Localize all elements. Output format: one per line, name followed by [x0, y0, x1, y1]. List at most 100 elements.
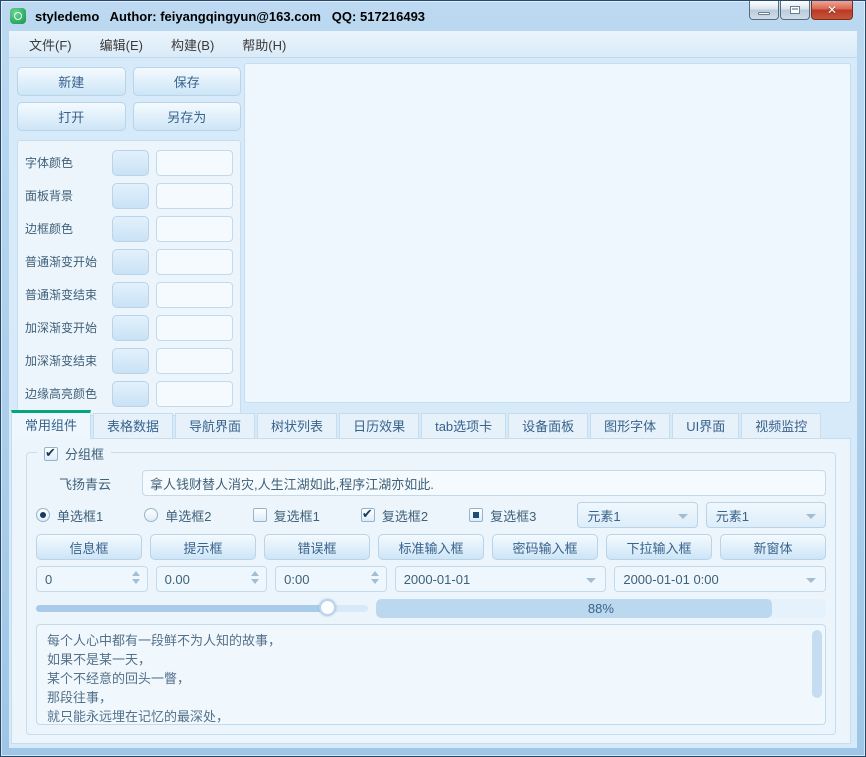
- combo-box-2-value: 元素1: [716, 506, 749, 525]
- checkbox-3-indicator: [469, 508, 483, 522]
- textarea-scrollbar-thumb[interactable]: [812, 630, 822, 698]
- combo-box-1-value: 元素1: [587, 506, 620, 525]
- password-input-button[interactable]: 密码输入框: [492, 534, 598, 560]
- combo-box-2[interactable]: 元素1: [706, 502, 826, 528]
- color-value-input[interactable]: [156, 381, 233, 407]
- checkbox-3-label: 复选框3: [490, 506, 536, 525]
- tab-icon-font[interactable]: 图形字体: [590, 413, 670, 439]
- textarea-scrollbar[interactable]: [812, 630, 822, 719]
- tab-ui[interactable]: UI界面: [672, 413, 739, 439]
- color-pick-button[interactable]: [112, 216, 149, 242]
- color-row-deep-end: 加深渐变结束: [25, 347, 233, 374]
- checkbox-1[interactable]: 复选框1: [253, 506, 353, 525]
- date-edit[interactable]: 2000-01-01: [395, 566, 607, 592]
- radio-1-indicator: [36, 508, 50, 522]
- datetime-edit[interactable]: 2000-01-01 0:00: [614, 566, 826, 592]
- maximize-button[interactable]: [780, 1, 810, 20]
- color-pick-button[interactable]: [112, 381, 149, 407]
- close-button[interactable]: ✕: [811, 1, 853, 20]
- save-button[interactable]: 保存: [133, 67, 242, 96]
- color-row-label: 边缘高亮颜色: [25, 385, 105, 402]
- color-row-panel-bg: 面板背景: [25, 182, 233, 209]
- group-box-content: 飞扬青云 单选框1 单选框2: [27, 453, 835, 734]
- slider-handle[interactable]: [319, 599, 336, 616]
- radio-2-indicator: [144, 508, 158, 522]
- motto-input[interactable]: [142, 470, 826, 496]
- tab-common-widgets[interactable]: 常用组件: [11, 410, 91, 439]
- menu-file[interactable]: 文件(F): [15, 31, 86, 58]
- textarea-line: 那段往事，: [47, 688, 815, 707]
- int-spinbox[interactable]: 0: [36, 566, 148, 592]
- chevron-down-icon: [586, 578, 596, 583]
- color-settings-box: 字体颜色 面板背景 边框颜色 普通渐变开: [17, 140, 241, 416]
- color-value-input[interactable]: [156, 216, 233, 242]
- color-row-gradient-start: 普通渐变开始: [25, 248, 233, 275]
- color-row-border: 边框颜色: [25, 215, 233, 242]
- color-pick-button[interactable]: [112, 150, 149, 176]
- color-value-input[interactable]: [156, 249, 233, 275]
- menu-build[interactable]: 构建(B): [157, 31, 228, 58]
- story-textarea[interactable]: 每个人心中都有一段鲜不为人知的故事， 如果不是某一天， 某个不经意的回头一瞥， …: [36, 624, 826, 725]
- main-body: 新建 保存 打开 另存为 字体颜色 面板背景: [9, 58, 857, 748]
- double-spinbox[interactable]: 0.00: [156, 566, 268, 592]
- tab-nav-ui[interactable]: 导航界面: [175, 413, 255, 439]
- combo-box-1[interactable]: 元素1: [577, 502, 697, 528]
- tab-calendar[interactable]: 日历效果: [339, 413, 419, 439]
- author-row: 飞扬青云: [36, 470, 826, 496]
- spinner-arrows-icon: [132, 571, 140, 584]
- color-value-input[interactable]: [156, 282, 233, 308]
- minimize-button[interactable]: [749, 1, 779, 20]
- new-window-button[interactable]: 新窗体: [720, 534, 826, 560]
- spinners-row: 0 0.00 0:00: [36, 566, 826, 592]
- menu-bar: 文件(F) 编辑(E) 构建(B) 帮助(H): [9, 31, 857, 58]
- titlebar[interactable]: styledemo Author: feiyangqingyun@163.com…: [1, 1, 865, 31]
- tab-video-monitor[interactable]: 视频监控: [741, 413, 821, 439]
- int-spinbox-value: 0: [45, 572, 52, 587]
- spinner-arrows-icon: [251, 571, 259, 584]
- color-value-input[interactable]: [156, 315, 233, 341]
- color-value-input[interactable]: [156, 183, 233, 209]
- new-button[interactable]: 新建: [17, 67, 126, 96]
- slider[interactable]: [36, 598, 368, 618]
- chevron-down-icon: [678, 514, 688, 519]
- tab-device-panel[interactable]: 设备面板: [508, 413, 588, 439]
- color-row-label: 普通渐变结束: [25, 286, 105, 303]
- tab-widget: 常用组件 表格数据 导航界面 树状列表 日历效果 tab选项卡 设备面板 图形字…: [11, 410, 851, 744]
- tab-tree-list[interactable]: 树状列表: [257, 413, 337, 439]
- spinner-arrows-icon: [371, 571, 379, 584]
- time-spinbox[interactable]: 0:00: [275, 566, 387, 592]
- error-box-button[interactable]: 错误框: [264, 534, 370, 560]
- color-row-gradient-end: 普通渐变结束: [25, 281, 233, 308]
- checkbox-2[interactable]: 复选框2: [361, 506, 461, 525]
- standard-input-button[interactable]: 标准输入框: [378, 534, 484, 560]
- datetime-edit-value: 2000-01-01 0:00: [623, 572, 718, 587]
- tab-tab-control[interactable]: tab选项卡: [421, 413, 506, 439]
- save-as-button[interactable]: 另存为: [133, 102, 242, 131]
- gauges-row: 88%: [36, 598, 826, 618]
- open-button[interactable]: 打开: [17, 102, 126, 131]
- chevron-down-icon: [806, 578, 816, 583]
- color-pick-button[interactable]: [112, 348, 149, 374]
- minimize-icon: [758, 12, 770, 15]
- info-box-button[interactable]: 信息框: [36, 534, 142, 560]
- window-title: styledemo Author: feiyangqingyun@163.com…: [35, 9, 425, 24]
- radio-2[interactable]: 单选框2: [144, 506, 244, 525]
- left-panel: 新建 保存 打开 另存为 字体颜色 面板背景: [17, 67, 241, 416]
- controls-row: 单选框1 单选框2 复选框1: [36, 502, 826, 528]
- color-value-input[interactable]: [156, 348, 233, 374]
- dropdown-input-button[interactable]: 下拉输入框: [606, 534, 712, 560]
- color-pick-button[interactable]: [112, 249, 149, 275]
- radio-1[interactable]: 单选框1: [36, 506, 136, 525]
- color-value-input[interactable]: [156, 150, 233, 176]
- menu-help[interactable]: 帮助(H): [228, 31, 300, 58]
- menu-edit[interactable]: 编辑(E): [86, 31, 157, 58]
- color-pick-button[interactable]: [112, 183, 149, 209]
- color-pick-button[interactable]: [112, 282, 149, 308]
- tab-table-data[interactable]: 表格数据: [93, 413, 173, 439]
- color-row-font: 字体颜色: [25, 149, 233, 176]
- tip-box-button[interactable]: 提示框: [150, 534, 256, 560]
- app-icon: [10, 8, 26, 24]
- color-pick-button[interactable]: [112, 315, 149, 341]
- client-area: 文件(F) 编辑(E) 构建(B) 帮助(H) 新建 保存 打开 另存为 字体颜…: [9, 31, 857, 748]
- checkbox-3[interactable]: 复选框3: [469, 506, 569, 525]
